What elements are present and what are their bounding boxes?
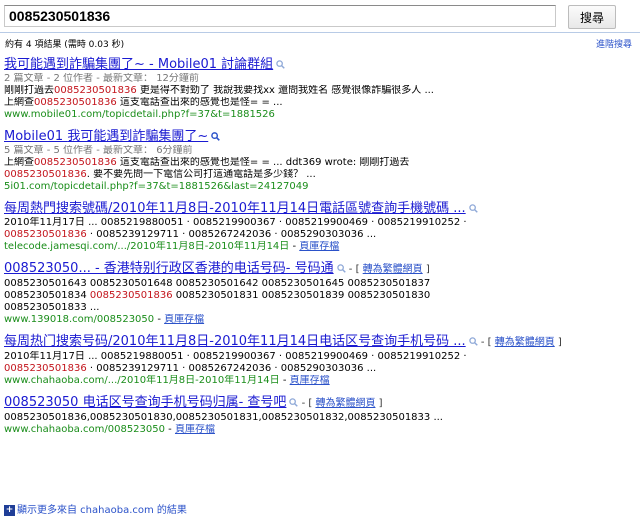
magnifier-icon[interactable] — [276, 60, 285, 69]
result-url: 5i01.com/topicdetail.php?f=37&t=1881526&… — [4, 181, 309, 192]
result-title: 008523050 电话区号查询手机号码归属- 查号吧 - [ 轉為繁體網頁 ] — [4, 395, 383, 410]
cache-link[interactable]: 頁庫存檔 — [175, 424, 215, 435]
result-item: 008523050... - 香港特别行政区香港的电话号码- 号码通 - [ 轉… — [4, 261, 634, 326]
magnifier-icon[interactable] — [468, 337, 478, 346]
cache-link[interactable]: 頁庫存檔 — [290, 375, 330, 386]
result-url-line: www.139018.com/008523050 - 頁庫存檔 — [4, 314, 205, 325]
result-item: Mobile01 我可能遇到詐騙集團了~ 5 篇文章 - 5 位作者 - 最新文… — [4, 129, 634, 193]
result-title-link[interactable]: 008523050 电话区号查询手机号码归属- 查号吧 — [4, 395, 286, 410]
translate-link[interactable]: 轉為繁體網頁 — [495, 337, 555, 348]
search-input[interactable] — [4, 5, 556, 27]
result-title: 008523050... - 香港特别行政区香港的电话号码- 号码通 - [ 轉… — [4, 261, 430, 276]
result-meta: 5 篇文章 - 5 位作者 - 最新文章： 6分鐘前 — [4, 145, 193, 156]
more-results-link[interactable]: + 顯示更多來自 chahaoba.com 的結果 — [4, 501, 187, 516]
result-url-line: www.chahaoba.com/008523050 - 頁庫存檔 — [4, 424, 215, 435]
result-url: www.mobile01.com/topicdetail.php?f=37&t=… — [4, 109, 275, 120]
result-url-line: www.chahaoba.com/.../2010年11月8日-2010年11月… — [4, 375, 330, 386]
search-header: 搜尋 — [0, 0, 640, 32]
search-button[interactable]: 搜尋 — [568, 5, 616, 29]
result-title-link[interactable]: 每周热门搜索号码/2010年11月8日-2010年11月14日电话区号查询手机号… — [4, 334, 466, 349]
result-title-link[interactable]: 我可能遇到詐騙集團了~ - Mobile01 討論群組 — [4, 57, 273, 72]
result-stats: 約有 4 項結果 (需時 0.03 秒) — [5, 40, 125, 50]
result-url: telecode.jamesqi.com/.../2010年11月8日-2010… — [4, 241, 290, 252]
result-snippet: 2010年11月17日 ... 0085219880051 · 00852199… — [4, 217, 467, 228]
result-item: 每周热门搜索号码/2010年11月8日-2010年11月14日电话区号查询手机号… — [4, 334, 634, 387]
result-title: 每周熱門搜索號碼/2010年11月8日-2010年11月14日電話區號查詢手機號… — [4, 201, 634, 217]
result-item: 我可能遇到詐騙集團了~ - Mobile01 討論群組 2 篇文章 - 2 位作… — [4, 57, 634, 121]
result-title: Mobile01 我可能遇到詐騙集團了~ — [4, 129, 634, 145]
result-item: 008523050 电话区号查询手机号码归属- 查号吧 - [ 轉為繁體網頁 ]… — [4, 395, 634, 436]
result-snippet: 0085230501836. 要不要先問一下電信公司打這通電話是多少錢？ ... — [4, 169, 316, 180]
result-snippet: 上網查0085230501836 這支電話查出來的感覺也是怪= = ... dd… — [4, 157, 410, 168]
result-title: 我可能遇到詐騙集團了~ - Mobile01 討論群組 — [4, 57, 634, 73]
result-item: 每周熱門搜索號碼/2010年11月8日-2010年11月14日電話區號查詢手機號… — [4, 201, 634, 253]
result-snippet: 0085230501834 0085230501836 008523050183… — [4, 290, 431, 301]
result-title-link[interactable]: Mobile01 我可能遇到詐騙集團了~ — [4, 129, 208, 144]
magnifier-icon[interactable] — [336, 264, 346, 273]
result-url: www.chahaoba.com/008523050 — [4, 424, 165, 435]
result-title-link[interactable]: 008523050... - 香港特别行政区香港的电话号码- 号码通 — [4, 261, 334, 276]
plus-icon[interactable]: + — [4, 504, 15, 516]
cache-link[interactable]: 頁庫存檔 — [299, 241, 339, 252]
result-snippet: 0085230501836 · 0085239129711 · 00852672… — [4, 363, 377, 374]
result-snippet: 0085230501836,0085230501830,008523050183… — [4, 412, 443, 423]
result-title-link[interactable]: 每周熱門搜索號碼/2010年11月8日-2010年11月14日電話區號查詢手機號… — [4, 201, 466, 216]
result-url-line: telecode.jamesqi.com/.../2010年11月8日-2010… — [4, 241, 340, 252]
magnifier-icon[interactable] — [468, 204, 478, 213]
result-snippet: 0085230501833 ... — [4, 302, 100, 313]
result-stats-bar: 約有 4 項結果 (需時 0.03 秒) 進階搜尋 — [0, 32, 640, 51]
result-meta: 2 篇文章 - 2 位作者 - 最新文章： 12分鐘前 — [4, 73, 199, 84]
cache-link[interactable]: 頁庫存檔 — [164, 314, 204, 325]
result-url: www.chahaoba.com/.../2010年11月8日-2010年11月… — [4, 375, 280, 386]
result-snippet: 2010年11月17日 ... 0085219880051 · 00852199… — [4, 351, 467, 362]
result-url: www.139018.com/008523050 — [4, 314, 155, 325]
translate-link[interactable]: 轉為繁體網頁 — [315, 398, 375, 409]
result-title: 每周热门搜索号码/2010年11月8日-2010年11月14日电话区号查询手机号… — [4, 334, 562, 349]
result-snippet: 0085230501643 0085230501648 008523050164… — [4, 278, 431, 289]
advanced-search-link[interactable]: 進階搜尋 — [596, 37, 632, 50]
magnifier-icon[interactable] — [211, 132, 221, 141]
result-snippet: 上網查0085230501836 這支電話查出來的感覺也是怪= = ... — [4, 97, 283, 108]
translate-link[interactable]: 轉為繁體網頁 — [363, 264, 423, 275]
result-snippet: 0085230501836 · 0085239129711 · 00852672… — [4, 229, 377, 240]
result-snippet: 剛剛打過去0085230501836 更是得不對勁了 我說我要找xx 還問我姓名… — [4, 85, 434, 96]
results-list: 我可能遇到詐騙集團了~ - Mobile01 討論群組 2 篇文章 - 2 位作… — [4, 57, 634, 444]
